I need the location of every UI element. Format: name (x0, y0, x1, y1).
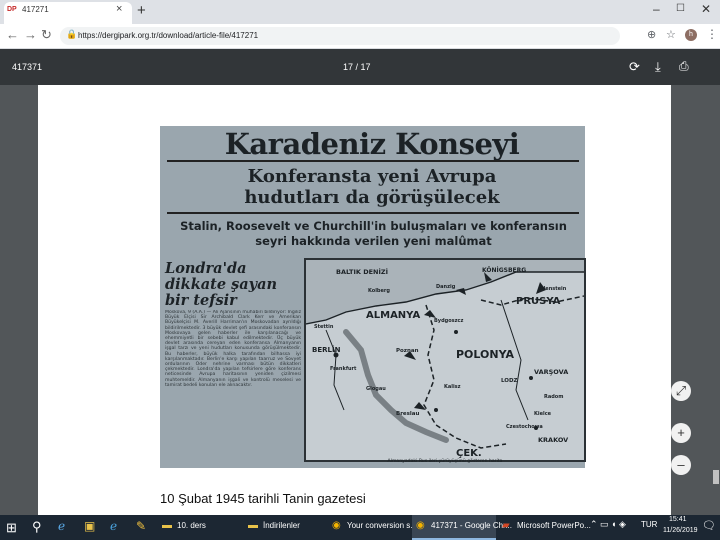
map-label-lodz: LODZ (501, 378, 518, 384)
language-indicator[interactable]: TUR (641, 520, 657, 529)
scrollbar-thumb[interactable] (713, 470, 719, 484)
map-label-czestochowa: Czestochowa (506, 424, 543, 430)
map-label-baltic: BALTIK DENİZİ (336, 267, 388, 276)
powerpoint-icon: ▰ (502, 520, 510, 531)
system-tray-icons[interactable]: ⌃ ▭ ◖ ◈ (590, 519, 626, 530)
newspaper-map: BALTIK DENİZİ KÖNİGSBERG PRUSYA ALMANYA … (304, 258, 586, 462)
map-label-cek: ÇEK. (456, 448, 482, 459)
reload-icon[interactable]: ↻ (41, 27, 52, 43)
city-marker (454, 330, 458, 334)
notification-icon[interactable]: 🗨 (702, 519, 716, 532)
minus-icon: – (677, 457, 685, 472)
search-icon[interactable]: ⚲ (32, 519, 42, 535)
folder-icon: ▬ (248, 520, 258, 531)
newspaper-headline: Karadeniz Konseyi (224, 127, 520, 161)
map-label-bydgoszcz: Bydgoszcz (434, 318, 464, 324)
zoom-in-button[interactable]: + (671, 423, 691, 443)
page-indicator: 17 / 17 (343, 62, 371, 72)
chrome-icon: ◉ (416, 520, 425, 531)
newspaper-subheadline-2: hudutları da görüşülecek (244, 187, 500, 208)
map-label-kalisz: Kalisz (444, 384, 461, 390)
dergipark-favicon-icon: DP (7, 6, 17, 13)
city-marker (529, 376, 533, 380)
zoom-icon[interactable]: ⊕ (647, 28, 656, 41)
rotate-icon[interactable]: ⟳ (629, 59, 640, 75)
divider (167, 160, 579, 162)
map-label-berlin: BERLİN (312, 345, 341, 354)
taskbar-item-conversion[interactable]: ◉ Your conversion s... (328, 515, 417, 540)
poland-border (423, 304, 507, 449)
url-text[interactable]: https://dergipark.org.tr/download/articl… (78, 31, 258, 40)
print-icon[interactable]: ⎙ (679, 59, 689, 74)
scrollbar[interactable] (712, 85, 720, 515)
windows-start-icon[interactable]: ⊞ (6, 520, 17, 536)
media-player-icon[interactable]: ▣ (84, 519, 95, 533)
browser-menu-icon[interactable]: ⋮ (706, 27, 718, 41)
folder-icon: ▬ (162, 520, 172, 531)
map-label-prusya: PRUSYA (516, 296, 561, 307)
taskbar-item-chrome[interactable]: ◉ 417371 - Google Chr... (412, 515, 512, 540)
map-label-breslau: Breslau (396, 411, 420, 417)
edge-icon[interactable]: ℯ (58, 519, 65, 533)
newspaper-subheadline-3: Stalin, Roosevelt ve Churchill'in buluşm… (180, 219, 567, 248)
internet-explorer-icon[interactable]: ℯ (110, 519, 117, 533)
map-label-danzig: Danzig (436, 284, 456, 290)
map-label-posen: Poznan (396, 348, 419, 354)
plus-icon: + (677, 425, 685, 440)
tab-title: 417271 (22, 5, 49, 14)
bookmark-star-icon[interactable]: ☆ (666, 28, 676, 41)
fit-to-page-button[interactable]: ⤢ (671, 381, 691, 401)
download-icon[interactable]: ⤓ (655, 59, 661, 75)
taskbar-item-indirilenler[interactable]: ▬ İndirilenler (244, 515, 326, 540)
window-maximize-icon[interactable]: ☐ (676, 3, 685, 14)
map-label-allenstein: Allenstein (538, 286, 567, 292)
map-label-glogau: Glogau (366, 386, 386, 392)
zoom-out-button[interactable]: – (671, 455, 691, 475)
window-minimize-icon[interactable]: – (653, 2, 660, 16)
window-close-icon[interactable]: ✕ (701, 2, 711, 16)
newspaper-subheadline-1: Konferansta yeni Avrupa (247, 166, 497, 187)
map-label-almanya: ALMANYA (366, 310, 420, 321)
clock-date[interactable]: 11/26/2019 (663, 527, 698, 534)
map-caption: Almanyadaki Rus ileri yürüyüşünü göstere… (387, 459, 503, 464)
pdf-title: 417371 (12, 62, 43, 72)
map-label-krakov: KRAKOV (538, 436, 568, 444)
lock-icon[interactable]: 🔒 (66, 29, 77, 40)
map-drawing: BALTIK DENİZİ KÖNİGSBERG PRUSYA ALMANYA … (305, 260, 585, 459)
new-tab-icon[interactable]: + (137, 2, 146, 19)
profile-avatar[interactable]: h (685, 29, 697, 41)
map-label-varsova: VARŞOVA (534, 368, 568, 376)
figure-caption: 10 Şubat 1945 tarihli Tanin gazetesi (160, 491, 366, 506)
taskbar-item-powerpoint[interactable]: ▰ Microsoft PowerPo... (498, 515, 591, 540)
taskbar-item-10-ders[interactable]: ▬ 10. ders (158, 515, 240, 540)
side-article-text: Moskova, 9 (A.A.) — Ali Ajansının muhabi… (165, 310, 301, 388)
map-label-frankfurt: Frankfurt (330, 366, 357, 372)
chrome-icon: ◉ (332, 520, 341, 531)
map-label-kolberg: Kolberg (368, 288, 390, 294)
paint-icon[interactable]: ✎ (136, 519, 146, 533)
forward-icon[interactable]: → (24, 27, 37, 42)
map-label-konigsberg: KÖNİGSBERG (482, 267, 526, 274)
map-label-stettin: Stettin (314, 324, 334, 330)
divider (167, 212, 579, 214)
tab-close-icon[interactable]: × (116, 3, 122, 15)
back-icon[interactable]: ← (6, 27, 19, 42)
city-marker (434, 408, 438, 412)
map-label-kielce: Kielce (534, 411, 552, 417)
map-label-polonya: POLONYA (456, 348, 515, 361)
fit-page-icon: ⤢ (675, 383, 687, 398)
clock-time[interactable]: 15:41 (669, 516, 687, 523)
map-label-radom: Radom (544, 394, 563, 400)
side-article-headline: Londra'da dikkate şayan bir tefsir (165, 260, 278, 309)
